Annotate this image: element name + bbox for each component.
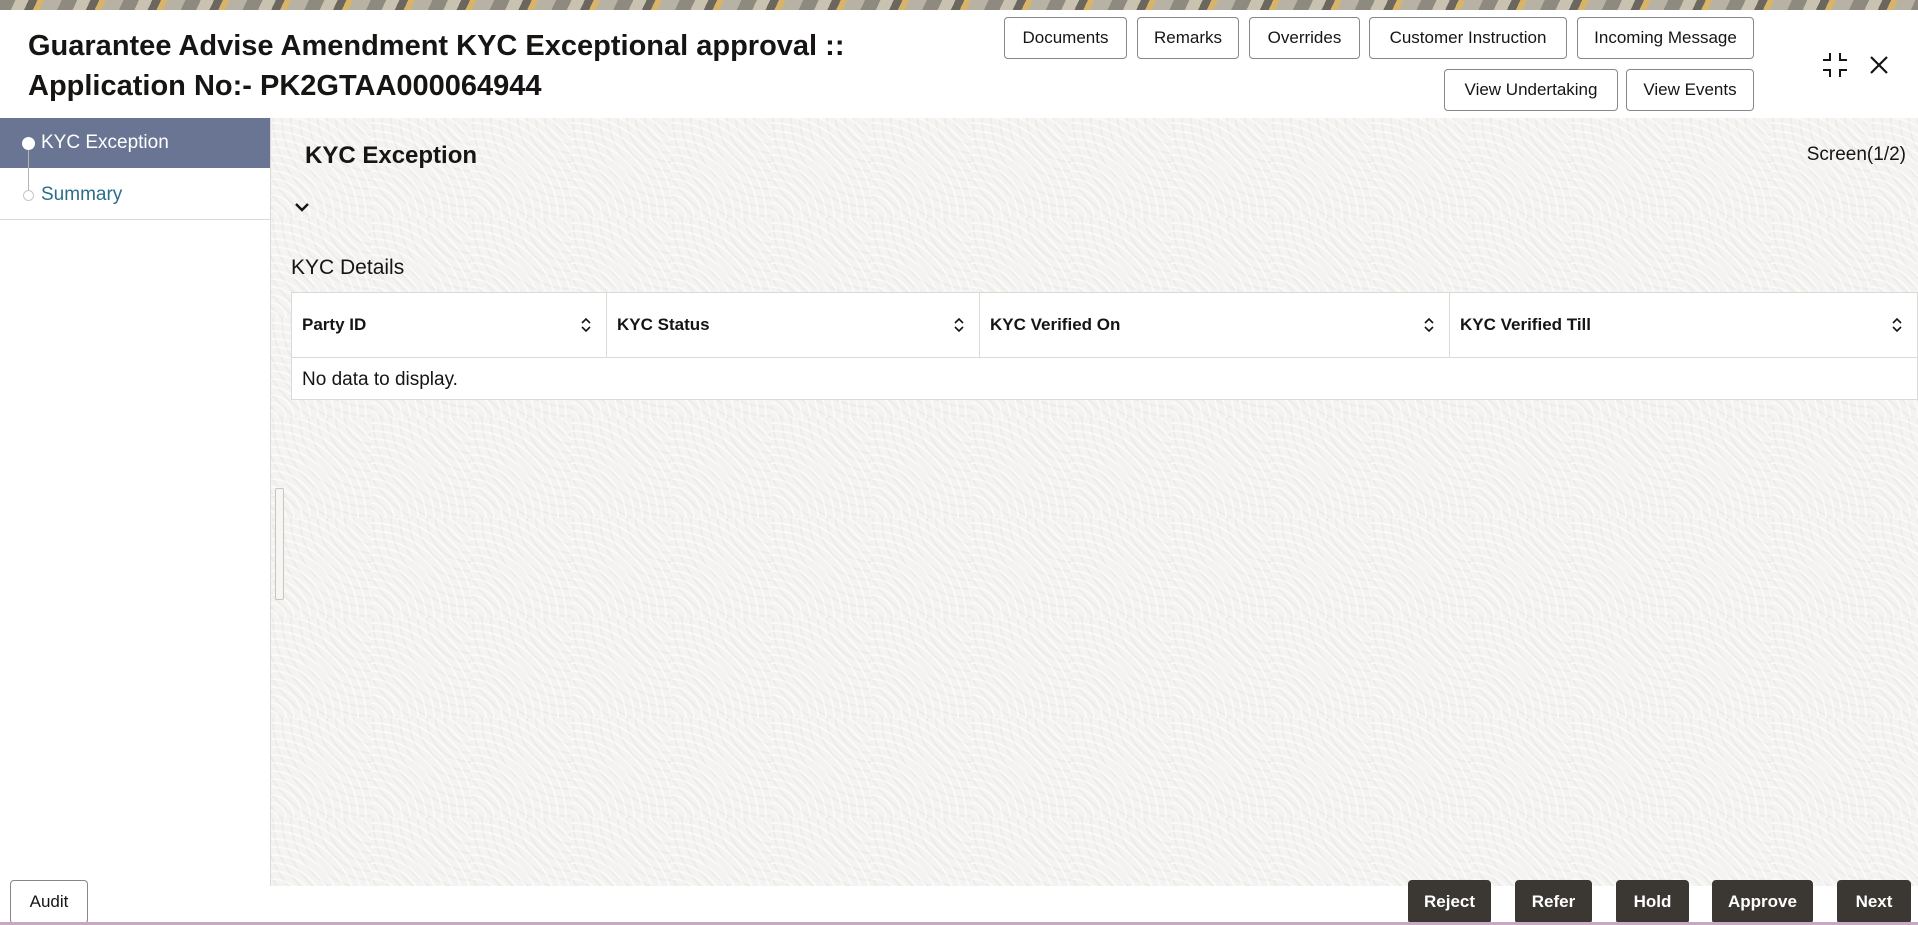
- sort-icon: [954, 317, 964, 333]
- empty-table-message: No data to display.: [302, 369, 458, 390]
- main-content: KYC Exception Screen(1/2) KYC Details Pa…: [271, 118, 1918, 886]
- step-connector: [28, 143, 29, 195]
- section-title: KYC Exception: [305, 142, 478, 169]
- next-button[interactable]: Next: [1837, 880, 1911, 924]
- sort-icon: [581, 317, 591, 333]
- column-label: KYC Verified On: [990, 315, 1121, 334]
- sort-icon: [1892, 317, 1902, 333]
- kyc-details-table: Party ID KYC Status KYC Verified On KYC …: [291, 292, 1918, 400]
- sidebar-item-label: Summary: [41, 183, 123, 205]
- reject-button[interactable]: Reject: [1408, 880, 1491, 924]
- column-label: KYC Status: [617, 315, 710, 334]
- audit-button[interactable]: Audit: [10, 880, 88, 924]
- sidebar-item-label: KYC Exception: [41, 132, 169, 153]
- step-navigation: KYC Exception Summary: [0, 118, 271, 886]
- background-strip: [0, 0, 1918, 10]
- view-undertaking-button[interactable]: View Undertaking: [1444, 69, 1618, 111]
- chevron-down-icon[interactable]: [291, 196, 313, 218]
- screen-counter: Screen(1/2): [1806, 144, 1906, 165]
- remarks-button[interactable]: Remarks: [1137, 17, 1239, 59]
- panel-resize-handle[interactable]: [275, 488, 284, 600]
- documents-button[interactable]: Documents: [1004, 17, 1127, 59]
- step-dot-icon: [23, 190, 34, 201]
- hold-button[interactable]: Hold: [1616, 880, 1689, 924]
- column-header-kyc-verified-on[interactable]: KYC Verified On: [980, 293, 1450, 357]
- kyc-approval-window: Guarantee Advise Amendment KYC Exception…: [0, 10, 1918, 925]
- close-icon[interactable]: [1862, 48, 1896, 82]
- title-line-2: Application No:- PK2GTAA000064944: [28, 70, 542, 102]
- sidebar-item-kyc-exception[interactable]: KYC Exception: [0, 118, 270, 168]
- collapse-icon[interactable]: [1818, 48, 1852, 82]
- table-header: Party ID KYC Status KYC Verified On KYC …: [292, 293, 1917, 358]
- active-step-dot-icon: [22, 137, 35, 150]
- incoming-message-button[interactable]: Incoming Message: [1577, 17, 1754, 59]
- sidebar-item-summary[interactable]: Summary: [0, 170, 270, 220]
- column-header-party-id[interactable]: Party ID: [292, 293, 607, 357]
- view-events-button[interactable]: View Events: [1626, 69, 1754, 111]
- window-header: Guarantee Advise Amendment KYC Exception…: [0, 10, 1918, 119]
- page-title: Guarantee Advise Amendment KYC Exception…: [28, 26, 888, 106]
- column-header-kyc-verified-till[interactable]: KYC Verified Till: [1450, 293, 1917, 357]
- column-label: Party ID: [302, 315, 367, 334]
- overrides-button[interactable]: Overrides: [1249, 17, 1360, 59]
- title-line-1: Guarantee Advise Amendment KYC Exception…: [28, 30, 845, 62]
- column-label: KYC Verified Till: [1460, 315, 1592, 334]
- kyc-details-heading: KYC Details: [291, 256, 405, 279]
- refer-button[interactable]: Refer: [1515, 880, 1592, 924]
- sort-icon: [1424, 317, 1434, 333]
- customer-instruction-button[interactable]: Customer Instruction: [1369, 17, 1567, 59]
- column-header-kyc-status[interactable]: KYC Status: [607, 293, 980, 357]
- approve-button[interactable]: Approve: [1712, 880, 1813, 924]
